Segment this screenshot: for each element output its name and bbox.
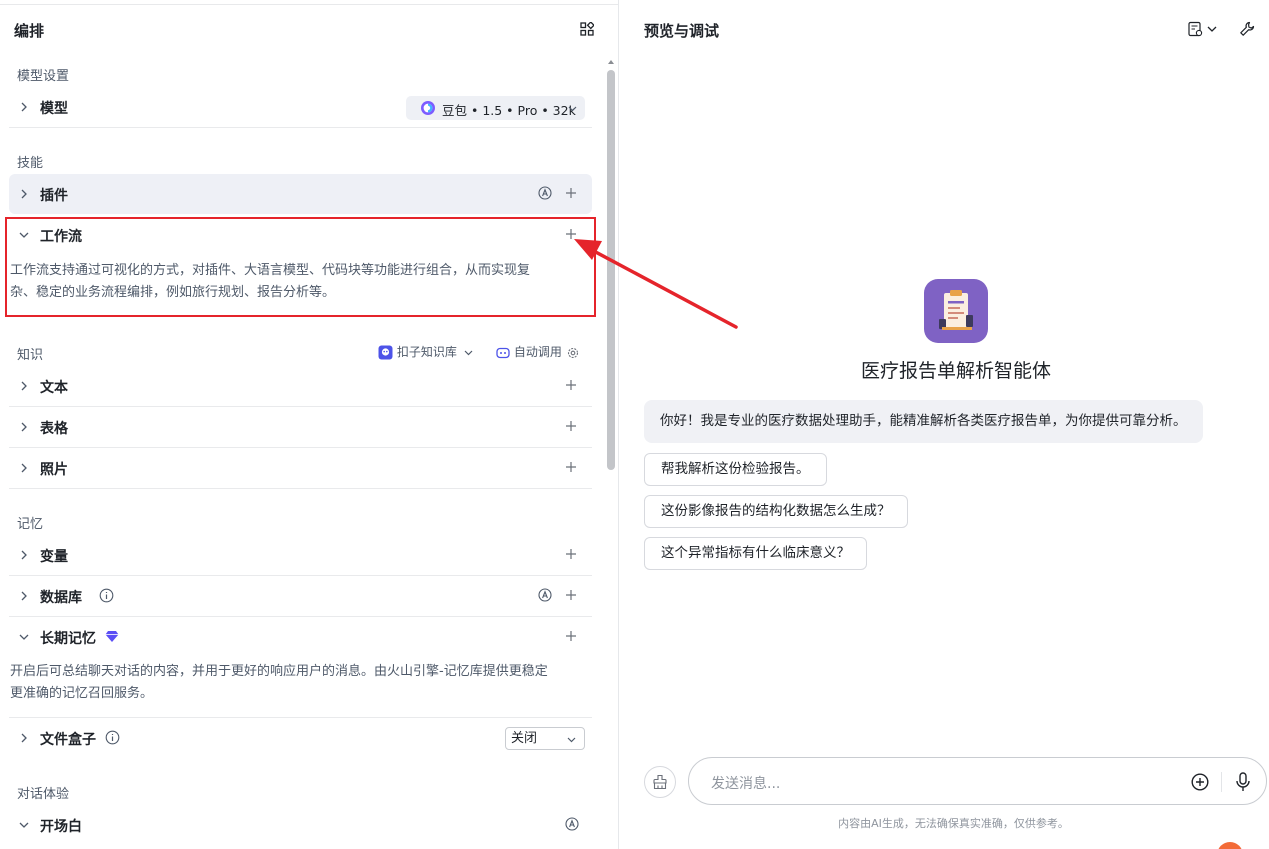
file-box-label: 文件盒子 <box>40 732 96 748</box>
opening-remarks-label: 开场白 <box>40 819 82 835</box>
section-dialog-experience: 对话体验 <box>17 787 70 802</box>
medical-report-icon <box>939 290 973 330</box>
opening-remarks-row[interactable]: 开场白 <box>9 805 592 845</box>
info-icon[interactable] <box>99 588 114 603</box>
auto-call-label: 自动调用 <box>513 345 562 359</box>
text-label: 文本 <box>40 380 68 396</box>
long-term-memory-description: 开启后可总结聊天对话的内容，并用于更好的响应用户的消息。由火山引擎-记忆库提供更… <box>10 661 595 705</box>
auto-mode-icon[interactable] <box>538 186 552 200</box>
chevron-down-icon <box>464 350 473 356</box>
add-attachment-icon[interactable] <box>1191 773 1209 791</box>
chevron-down-icon <box>19 822 29 828</box>
coze-kb-icon <box>378 345 393 360</box>
top-border <box>0 0 618 5</box>
preview-panel: 预览与调试 医疗报告单解析智能体 你好！我是专业的医疗数据处理助手，能精准解析各… <box>620 0 1269 849</box>
suggestion-chip[interactable]: 这个异常指标有什么临床意义？ <box>644 537 867 570</box>
chevron-down-icon <box>567 737 576 743</box>
scrollbar-thumb[interactable] <box>607 70 615 470</box>
premium-diamond-icon <box>105 631 119 642</box>
add-database-plus-icon[interactable] <box>565 589 577 601</box>
add-memory-plus-icon[interactable] <box>565 630 577 642</box>
section-knowledge: 知识 <box>17 348 44 363</box>
chevron-right-icon <box>21 733 27 743</box>
floating-assistant-button[interactable] <box>1217 842 1243 849</box>
divider <box>9 488 592 489</box>
section-model-settings: 模型设置 <box>17 69 70 84</box>
debug-settings-dropdown-icon[interactable] <box>1188 21 1218 37</box>
arrange-panel: 编排 模型设置 模型 豆包 • 1.5 • Pro • 32k 技能 插件 工作… <box>0 0 619 849</box>
section-skills: 技能 <box>17 156 44 171</box>
auto-mode-icon[interactable] <box>565 817 579 831</box>
chevron-right-icon <box>21 422 27 432</box>
layout-grid-icon[interactable] <box>580 22 594 36</box>
message-input[interactable]: 发送消息... <box>688 757 1267 805</box>
knowledge-base-label: 扣子知识库 <box>396 345 457 359</box>
auto-call-selector[interactable]: 自动调用 <box>496 343 580 360</box>
long-term-memory-label: 长期记忆 <box>40 631 96 647</box>
photo-knowledge-row[interactable]: 照片 <box>9 448 592 488</box>
model-selector[interactable]: 豆包 • 1.5 • Pro • 32k <box>406 96 585 120</box>
auto-call-icon <box>496 347 510 358</box>
broom-icon <box>653 774 667 790</box>
file-box-select[interactable]: 关闭 <box>505 727 585 750</box>
preview-title: 预览与调试 <box>644 22 720 40</box>
suggestion-chip[interactable]: 帮我解析这份检验报告。 <box>644 453 827 486</box>
long-term-memory-row[interactable]: 长期记忆 <box>9 617 592 657</box>
table-knowledge-row[interactable]: 表格 <box>9 407 592 447</box>
chevron-right-icon <box>21 381 27 391</box>
text-knowledge-row[interactable]: 文本 <box>9 366 592 406</box>
app-root: 编排 模型设置 模型 豆包 • 1.5 • Pro • 32k 技能 插件 工作… <box>0 0 1269 849</box>
microphone-icon[interactable] <box>1235 772 1251 792</box>
add-variable-plus-icon[interactable] <box>565 548 577 560</box>
add-photo-plus-icon[interactable] <box>565 461 577 473</box>
gear-icon[interactable] <box>566 346 580 360</box>
database-row[interactable]: 数据库 <box>9 576 592 616</box>
memory-desc-line2: 更准确的记忆召回服务。 <box>10 686 154 701</box>
highlight-box <box>5 217 596 317</box>
ai-disclaimer: 内容由AI生成，无法确保真实准确，仅供参考。 <box>838 817 1069 830</box>
section-memory: 记忆 <box>17 517 44 532</box>
memory-desc-line1: 开启后可总结聊天对话的内容，并用于更好的响应用户的消息。由火山引擎-记忆库提供更… <box>10 664 548 679</box>
scroll-up-arrow-icon[interactable] <box>607 58 615 66</box>
table-label: 表格 <box>40 421 68 437</box>
bot-name: 医疗报告单解析智能体 <box>860 360 1051 382</box>
plugin-row[interactable]: 插件 <box>9 174 592 214</box>
model-label: 模型 <box>40 101 68 117</box>
clear-context-button[interactable] <box>644 766 676 798</box>
variable-row[interactable]: 变量 <box>9 535 592 575</box>
greeting-message: 你好！我是专业的医疗数据处理助手，能精准解析各类医疗报告单，为你提供可靠分析。 <box>644 400 1203 443</box>
chevron-down-icon <box>568 106 577 112</box>
chevron-right-icon <box>21 550 27 560</box>
wrench-icon[interactable] <box>1239 21 1255 37</box>
chevron-right-icon <box>21 189 27 199</box>
bot-avatar <box>924 279 988 343</box>
chevron-right-icon <box>21 102 27 112</box>
chevron-right-icon <box>21 463 27 473</box>
auto-mode-icon[interactable] <box>538 588 552 602</box>
suggestion-chip[interactable]: 这份影像报告的结构化数据怎么生成？ <box>644 495 908 528</box>
doubao-logo-icon <box>421 101 435 115</box>
model-name: 豆包 • 1.5 • Pro • 32k <box>442 103 576 118</box>
photo-label: 照片 <box>40 462 68 478</box>
knowledge-base-selector[interactable]: 扣子知识库 <box>378 343 475 360</box>
divider <box>9 127 592 128</box>
message-input-placeholder: 发送消息... <box>711 776 781 792</box>
add-text-plus-icon[interactable] <box>565 379 577 391</box>
plugin-label: 插件 <box>40 188 68 204</box>
file-box-value: 关闭 <box>511 731 538 746</box>
info-icon[interactable] <box>105 730 120 745</box>
chevron-right-icon <box>21 591 27 601</box>
variable-label: 变量 <box>40 549 68 565</box>
input-separator <box>1221 772 1222 792</box>
chevron-down-icon <box>19 634 29 640</box>
panel-title: 编排 <box>14 22 45 40</box>
database-label: 数据库 <box>40 590 82 606</box>
add-plugin-plus-icon[interactable] <box>565 187 577 199</box>
add-table-plus-icon[interactable] <box>565 420 577 432</box>
